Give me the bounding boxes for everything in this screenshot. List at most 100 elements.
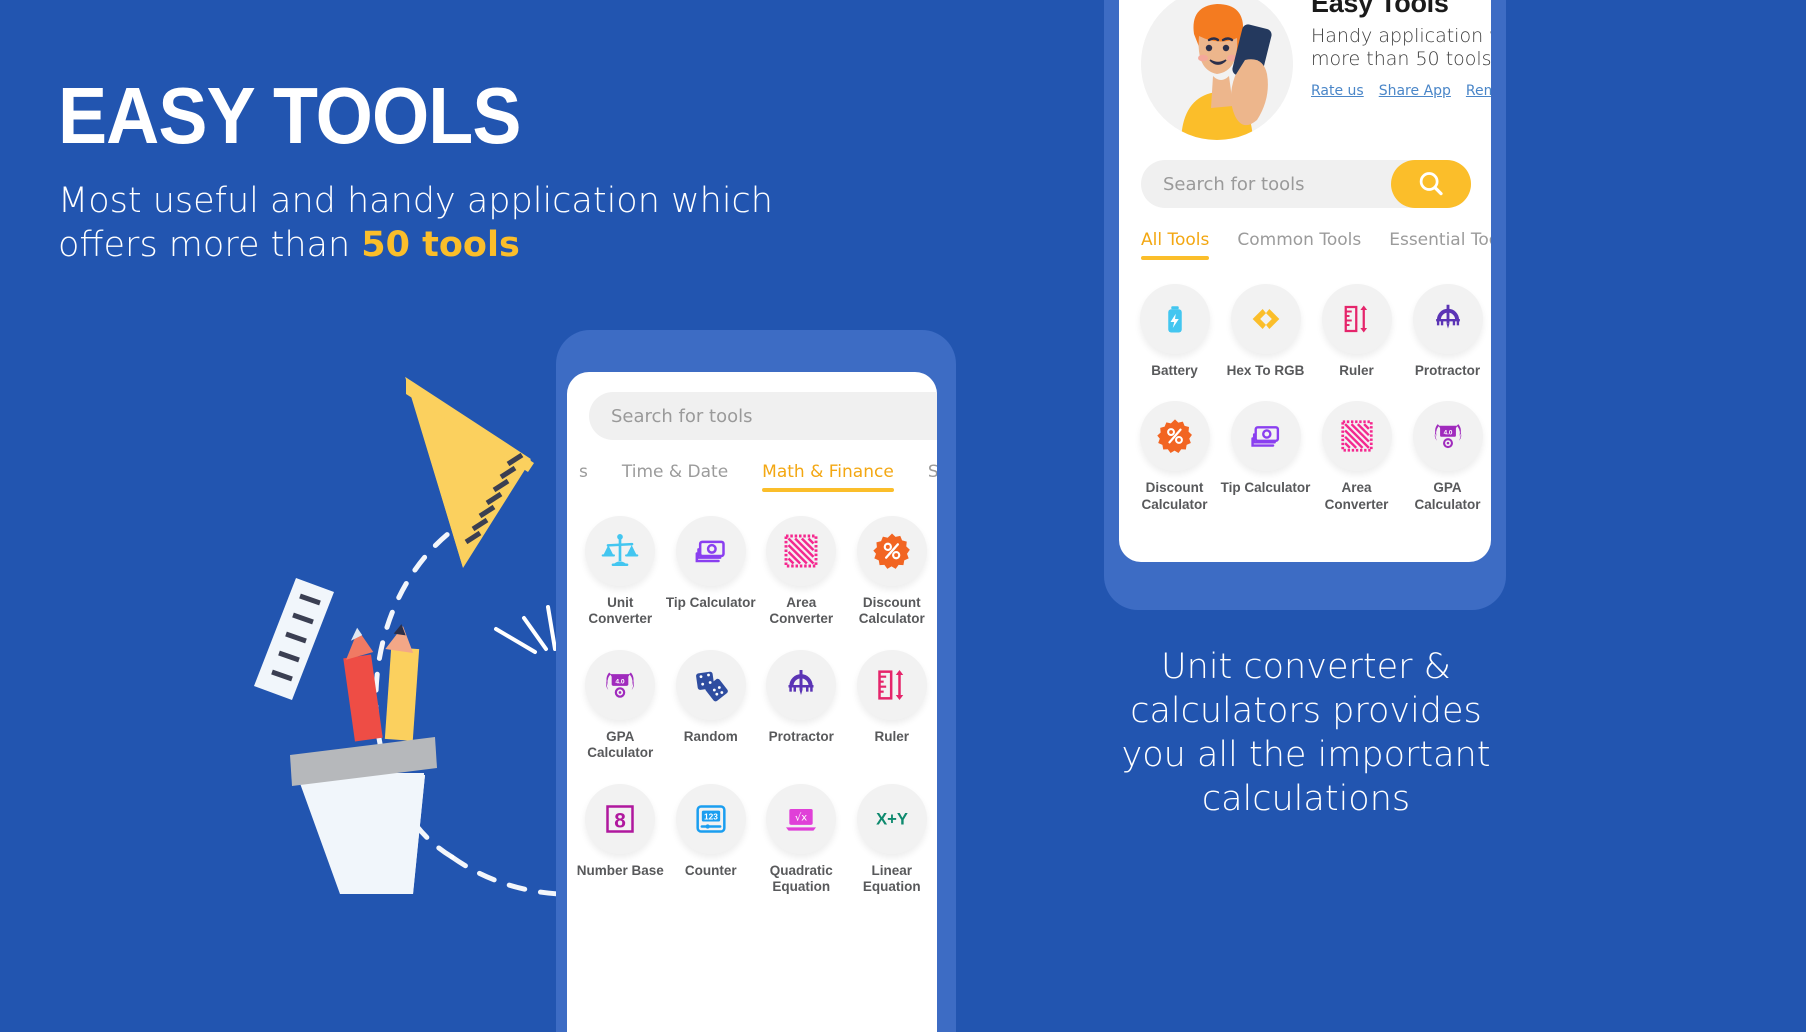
tab-science-tech[interactable]: Science & Tech — [928, 462, 937, 492]
dashed-arc-line — [373, 501, 503, 860]
center-search-input[interactable]: Search for tools — [589, 406, 937, 427]
money-bill-icon — [675, 516, 746, 586]
center-tools-grid: Unit Converter Tip Calculator Area Conve… — [567, 492, 937, 896]
app-header: Easy Tools Handy application which offer… — [1119, 0, 1491, 140]
tab-essential-tools[interactable]: Essential Tools — [1389, 230, 1491, 260]
tool-item[interactable]: Unit Converter — [575, 516, 666, 628]
bottom-caption: Unit converter & calculators provides yo… — [1121, 647, 1491, 820]
tool-label: Protractor — [768, 728, 834, 744]
gpa-wreath-icon: 4.0 — [1412, 401, 1483, 472]
hero-subtitle-line2: offers more than — [58, 224, 362, 265]
remove-ads-link[interactable]: Remove Ads — [1466, 83, 1491, 99]
tool-label: Tip Calculator — [665, 595, 756, 610]
tool-label: Ruler — [1339, 363, 1374, 378]
svg-text:4.0: 4.0 — [616, 678, 626, 685]
tool-item[interactable]: Random — [666, 649, 757, 762]
center-search-bar[interactable]: Search for tools — [589, 392, 937, 440]
tool-label: Unit Converter — [588, 595, 653, 627]
tool-label: Protractor — [1414, 363, 1481, 378]
number-base-icon: 8 — [585, 783, 656, 854]
right-search-input[interactable]: Search for tools — [1141, 174, 1391, 195]
tool-item[interactable]: √x Quadratic Equation — [756, 783, 847, 896]
protractor-icon — [766, 649, 837, 720]
tool-item[interactable]: Ruler — [847, 649, 938, 762]
right-phone-mockup: Easy Tools Handy application which offer… — [1104, 0, 1506, 610]
tool-label: Discount Calculator — [1141, 480, 1208, 512]
rate-us-link[interactable]: Rate us — [1311, 83, 1364, 99]
right-tools-grid: Battery Hex To RGB Ruler Protractor Disc… — [1119, 260, 1491, 513]
spark-lines — [494, 605, 557, 654]
person-on-phone-illustration — [1141, 0, 1293, 140]
tab-0[interactable]: s — [579, 462, 588, 492]
tool-label: Discount Calculator — [858, 595, 925, 627]
tool-item[interactable]: Tip Calculator — [666, 516, 757, 628]
hero-subtitle: Most useful and handy application which … — [58, 180, 818, 268]
tool-item[interactable]: Area Converter — [756, 516, 847, 628]
search-icon — [1419, 172, 1443, 196]
center-phone-mockup: Search for tools s Time & Date Math & Fi… — [556, 330, 956, 1032]
svg-text:X+Y: X+Y — [876, 809, 908, 828]
tool-item[interactable]: Ruler — [1311, 284, 1402, 379]
tool-item[interactable]: 4.0 GPA Calculator — [1402, 401, 1491, 513]
svg-text:√x: √x — [795, 813, 807, 824]
svg-text:8: 8 — [614, 809, 626, 832]
tool-item[interactable]: X+Y Linear Equation — [847, 783, 938, 896]
tool-label: Linear Equation — [862, 862, 921, 895]
tool-label: Hex To RGB — [1226, 363, 1305, 378]
area-triangle-icon — [1321, 401, 1392, 472]
tool-item[interactable]: 123 Counter — [666, 783, 757, 896]
hero-subtitle-line1: Most useful and handy application which — [58, 181, 773, 221]
tool-label: Tip Calculator — [1220, 480, 1311, 496]
tool-label: Counter — [684, 862, 737, 878]
tool-item[interactable]: Protractor — [756, 649, 847, 762]
tab-math-finance[interactable]: Math & Finance — [762, 462, 894, 492]
yellow-triangle-ruler — [405, 376, 534, 568]
ruler-icon — [856, 649, 927, 720]
tool-label: Quadratic Equation — [769, 862, 833, 895]
tool-item[interactable]: Discount Calculator — [1129, 401, 1220, 513]
tool-label: Ruler — [874, 728, 909, 744]
quadratic-laptop-icon: √x — [766, 783, 837, 854]
linear-xy-icon: X+Y — [856, 783, 927, 854]
hero-subtitle-highlight: 50 tools — [361, 224, 520, 265]
tab-time-date[interactable]: Time & Date — [622, 462, 728, 492]
tab-all-tools[interactable]: All Tools — [1141, 230, 1210, 260]
tool-label: Area Converter — [1324, 480, 1389, 512]
tool-item[interactable]: Discount Calculator — [847, 516, 938, 628]
tool-item[interactable]: Area Converter — [1311, 401, 1402, 513]
protractor-icon — [1412, 284, 1483, 354]
poster-canvas: EASY TOOLS Most useful and handy applica… — [0, 0, 1806, 1032]
gpa-wreath-icon: 4.0 — [585, 649, 656, 720]
tool-item[interactable]: 8 Number Base — [575, 783, 666, 896]
ruler-icon — [1321, 284, 1392, 354]
center-screen-content: Search for tools s Time & Date Math & Fi… — [567, 372, 937, 896]
battery-icon — [1139, 284, 1210, 354]
tool-item[interactable]: Hex To RGB — [1220, 284, 1311, 379]
area-triangle-icon — [766, 516, 837, 586]
app-description: Handy application which offers more than… — [1311, 25, 1491, 70]
hero-section: EASY TOOLS Most useful and handy applica… — [58, 76, 818, 268]
counter-123-icon: 123 — [675, 783, 746, 854]
app-name: Easy Tools — [1311, 0, 1449, 18]
center-phone-screen: Search for tools s Time & Date Math & Fi… — [567, 372, 937, 1032]
right-screen-content: Easy Tools Handy application which offer… — [1119, 0, 1491, 513]
tool-label: GPA Calculator — [1414, 480, 1481, 512]
right-search-button[interactable] — [1391, 160, 1471, 208]
money-bill-icon — [1230, 401, 1301, 472]
right-search-bar[interactable]: Search for tools — [1141, 160, 1471, 208]
tool-label: Battery — [1151, 363, 1198, 378]
tool-item[interactable]: Tip Calculator — [1220, 401, 1311, 513]
svg-text:4.0: 4.0 — [1443, 430, 1452, 437]
right-phone-screen: Easy Tools Handy application which offer… — [1119, 0, 1491, 562]
tool-label: Random — [683, 728, 738, 744]
tool-label: Area Converter — [769, 595, 834, 627]
tool-label: Number Base — [576, 862, 664, 878]
tool-label: GPA Calculator — [587, 728, 654, 761]
tab-common-tools[interactable]: Common Tools — [1237, 230, 1361, 260]
tool-item[interactable]: Protractor — [1402, 284, 1491, 379]
right-tabs: All Tools Common Tools Essential Tools S… — [1119, 208, 1491, 260]
tool-item[interactable]: Battery — [1129, 284, 1220, 379]
tool-item[interactable]: 4.0 GPA Calculator — [575, 649, 666, 762]
dice-icon — [675, 649, 746, 720]
share-app-link[interactable]: Share App — [1379, 83, 1451, 99]
